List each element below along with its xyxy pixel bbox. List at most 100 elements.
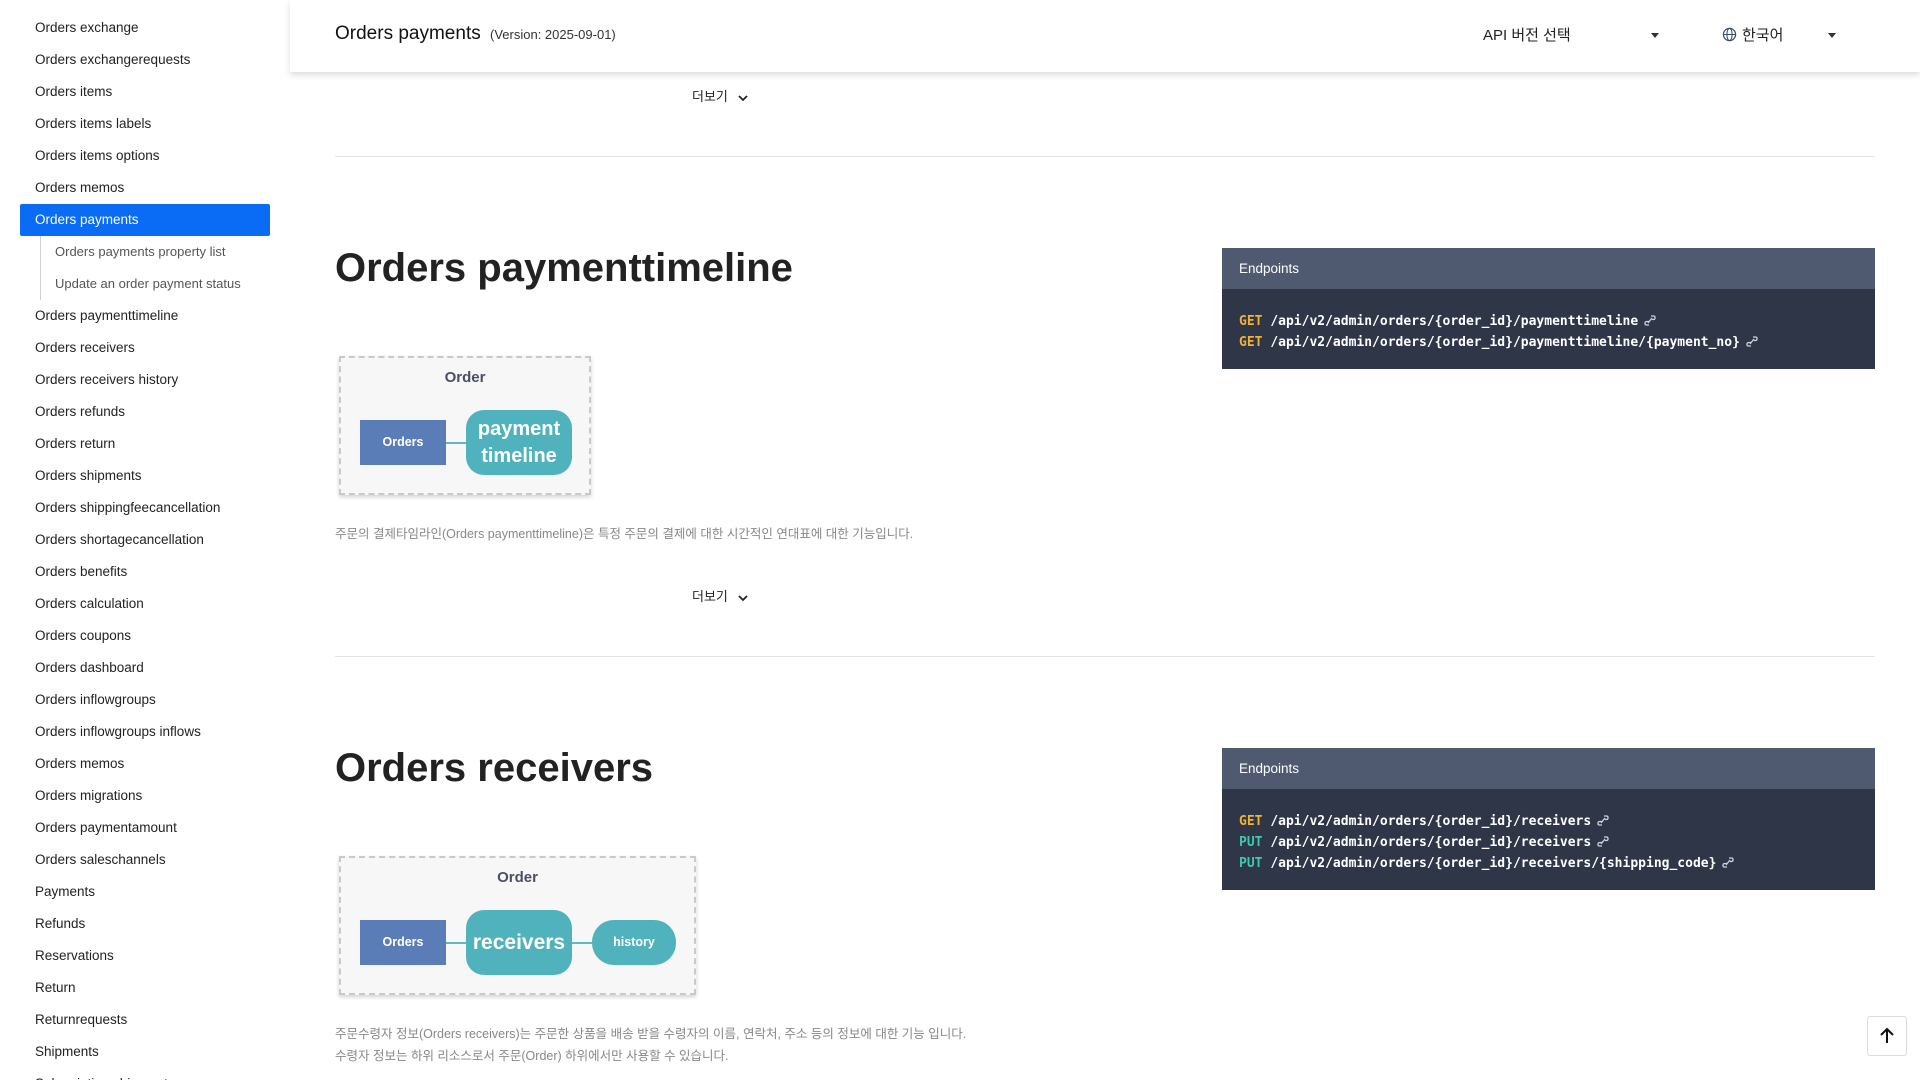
sidebar-subitem-update-payment-status[interactable]: Update an order payment status xyxy=(40,268,290,300)
sidebar-subitem-payments-property-list[interactable]: Orders payments property list xyxy=(40,236,290,268)
endpoint-path: /api/v2/admin/orders/{order_id}/receiver… xyxy=(1270,856,1717,871)
sidebar-item-orders-migrations[interactable]: Orders migrations xyxy=(0,780,290,812)
sidebar-item-orders-items-labels[interactable]: Orders items labels xyxy=(0,108,290,140)
sidebar-item-payments[interactable]: Payments xyxy=(0,876,290,908)
diagram-label: Order xyxy=(497,869,538,886)
more-button[interactable]: 더보기 xyxy=(692,86,748,105)
api-version-select[interactable]: API 버전 선택 xyxy=(1483,24,1663,45)
diagram-node-main: receivers xyxy=(466,910,572,975)
section-description: 주문의 결제타임라인(Orders paymenttimeline)은 특정 주… xyxy=(335,523,913,545)
diagram-node-orders: Orders xyxy=(360,920,446,965)
top-header: Orders payments (Version: 2025-09-01) AP… xyxy=(290,0,1920,72)
section-divider xyxy=(335,656,1875,657)
more-label: 더보기 xyxy=(692,589,728,604)
link-icon xyxy=(1746,336,1758,347)
endpoint-path: /api/v2/admin/orders/{order_id}/paymentt… xyxy=(1270,335,1740,350)
endpoints-list: GET /api/v2/admin/orders/{order_id}/rece… xyxy=(1222,789,1875,890)
endpoints-header: Endpoints xyxy=(1222,248,1875,289)
http-method: GET xyxy=(1239,335,1263,350)
resource-diagram: Order Orders payment timeline xyxy=(339,356,591,495)
sidebar-item-returnrequests[interactable]: Returnrequests xyxy=(0,1004,290,1036)
sidebar-item-orders-memos[interactable]: Orders memos xyxy=(0,172,290,204)
endpoints-list: GET /api/v2/admin/orders/{order_id}/paym… xyxy=(1222,289,1875,369)
endpoints-box: Endpoints GET /api/v2/admin/orders/{orde… xyxy=(1222,248,1875,369)
diagram-connector xyxy=(446,942,466,944)
sidebar-item-orders-items-options[interactable]: Orders items options xyxy=(0,140,290,172)
scroll-to-top-button[interactable] xyxy=(1867,1016,1907,1056)
sidebar-list: Orders exchange Orders exchangerequests … xyxy=(0,0,290,1080)
sidebar-item-orders-receivers-history[interactable]: Orders receivers history xyxy=(0,364,290,396)
sidebar-item-refunds[interactable]: Refunds xyxy=(0,908,290,940)
endpoints-box: Endpoints GET /api/v2/admin/orders/{orde… xyxy=(1222,748,1875,890)
page-title: Orders payments (Version: 2025-09-01) xyxy=(335,23,616,45)
sidebar-item-orders-refunds[interactable]: Orders refunds xyxy=(0,396,290,428)
more-button[interactable]: 더보기 xyxy=(692,586,748,605)
diagram-label: Order xyxy=(444,369,486,386)
description-line: 수령자 정보는 하위 리소스로서 주문(Order) 하위에서만 사용할 수 있… xyxy=(335,1049,729,1063)
description-line: 주문수령자 정보(Orders receivers)는 주문한 상품을 배송 받… xyxy=(335,1027,967,1041)
globe-icon xyxy=(1722,27,1737,42)
chevron-down-icon xyxy=(737,595,748,602)
sidebar-item-orders-exchangerequests[interactable]: Orders exchangerequests xyxy=(0,44,290,76)
http-method: GET xyxy=(1239,814,1263,829)
endpoint-path: /api/v2/admin/orders/{order_id}/receiver… xyxy=(1270,835,1592,850)
sidebar-item-orders-coupons[interactable]: Orders coupons xyxy=(0,620,290,652)
sidebar-item-orders-exchange[interactable]: Orders exchange xyxy=(0,12,290,44)
sidebar-item-orders-calculation[interactable]: Orders calculation xyxy=(0,588,290,620)
sidebar-item-orders-paymentamount[interactable]: Orders paymentamount xyxy=(0,812,290,844)
link-icon xyxy=(1644,315,1656,326)
sidebar-item-reservations[interactable]: Reservations xyxy=(0,940,290,972)
arrow-up-icon xyxy=(1880,1027,1894,1043)
sidebar-item-shipments[interactable]: Shipments xyxy=(0,1036,290,1068)
endpoint-link[interactable]: PUT /api/v2/admin/orders/{order_id}/rece… xyxy=(1239,853,1858,874)
resource-diagram: Order Orders receivers history xyxy=(339,856,696,995)
sidebar-item-orders-shortagecancellation[interactable]: Orders shortagecancellation xyxy=(0,524,290,556)
sidebar-item-orders-memos-2[interactable]: Orders memos xyxy=(0,748,290,780)
sidebar-item-orders-inflowgroups[interactable]: Orders inflowgroups xyxy=(0,684,290,716)
api-version-label: API 버전 선택 xyxy=(1483,27,1571,44)
sidebar-item-return[interactable]: Return xyxy=(0,972,290,1004)
sidebar-item-orders-shippingfeecancellation[interactable]: Orders shippingfeecancellation xyxy=(0,492,290,524)
sidebar-item-orders-return[interactable]: Orders return xyxy=(0,428,290,460)
diagram-node-main: payment timeline xyxy=(466,410,572,475)
endpoint-link[interactable]: PUT /api/v2/admin/orders/{order_id}/rece… xyxy=(1239,832,1858,853)
http-method: GET xyxy=(1239,314,1263,329)
sidebar-item-subscription-shipments[interactable]: Subscription shipments xyxy=(0,1068,290,1080)
section-title: Orders paymenttimeline xyxy=(335,246,793,290)
language-label: 한국어 xyxy=(1742,27,1784,44)
section-description: 주문수령자 정보(Orders receivers)는 주문한 상품을 배송 받… xyxy=(335,1023,966,1067)
sidebar: Orders exchange Orders exchangerequests … xyxy=(0,0,290,1080)
endpoint-path: /api/v2/admin/orders/{order_id}/receiver… xyxy=(1270,814,1592,829)
section-title: Orders receivers xyxy=(335,746,654,790)
sidebar-item-orders-receivers[interactable]: Orders receivers xyxy=(0,332,290,364)
http-method: PUT xyxy=(1239,835,1263,850)
diagram-connector xyxy=(446,442,466,444)
sidebar-item-orders-payments-active[interactable]: Orders payments xyxy=(20,204,270,236)
sidebar-item-orders-inflowgroups-inflows[interactable]: Orders inflowgroups inflows xyxy=(0,716,290,748)
link-icon xyxy=(1722,857,1735,868)
sidebar-item-orders-items[interactable]: Orders items xyxy=(0,76,290,108)
sidebar-item-orders-shipments[interactable]: Orders shipments xyxy=(0,460,290,492)
sidebar-item-orders-paymenttimeline[interactable]: Orders paymenttimeline xyxy=(0,300,290,332)
language-select[interactable]: 한국어 xyxy=(1722,24,1842,45)
endpoint-link[interactable]: GET /api/v2/admin/orders/{order_id}/rece… xyxy=(1239,811,1858,832)
chevron-down-icon xyxy=(737,95,748,102)
diagram-node-history: history xyxy=(592,920,676,965)
chevron-down-icon xyxy=(1828,33,1836,38)
link-icon xyxy=(1597,815,1609,826)
version-label: (Version: 2025-09-01) xyxy=(490,27,616,42)
chevron-down-icon xyxy=(1651,33,1659,38)
diagram-connector xyxy=(572,942,592,944)
link-icon xyxy=(1597,836,1609,847)
sidebar-item-orders-saleschannels[interactable]: Orders saleschannels xyxy=(0,844,290,876)
endpoint-link[interactable]: GET /api/v2/admin/orders/{order_id}/paym… xyxy=(1239,311,1858,332)
section-divider xyxy=(335,156,1875,157)
sidebar-item-orders-dashboard[interactable]: Orders dashboard xyxy=(0,652,290,684)
http-method: PUT xyxy=(1239,856,1263,871)
page-title-text: Orders payments xyxy=(335,23,481,44)
sidebar-item-orders-benefits[interactable]: Orders benefits xyxy=(0,556,290,588)
diagram-node-orders: Orders xyxy=(360,420,446,465)
more-label: 더보기 xyxy=(692,89,728,104)
endpoint-link[interactable]: GET /api/v2/admin/orders/{order_id}/paym… xyxy=(1239,332,1858,353)
endpoint-path: /api/v2/admin/orders/{order_id}/paymentt… xyxy=(1270,314,1639,329)
